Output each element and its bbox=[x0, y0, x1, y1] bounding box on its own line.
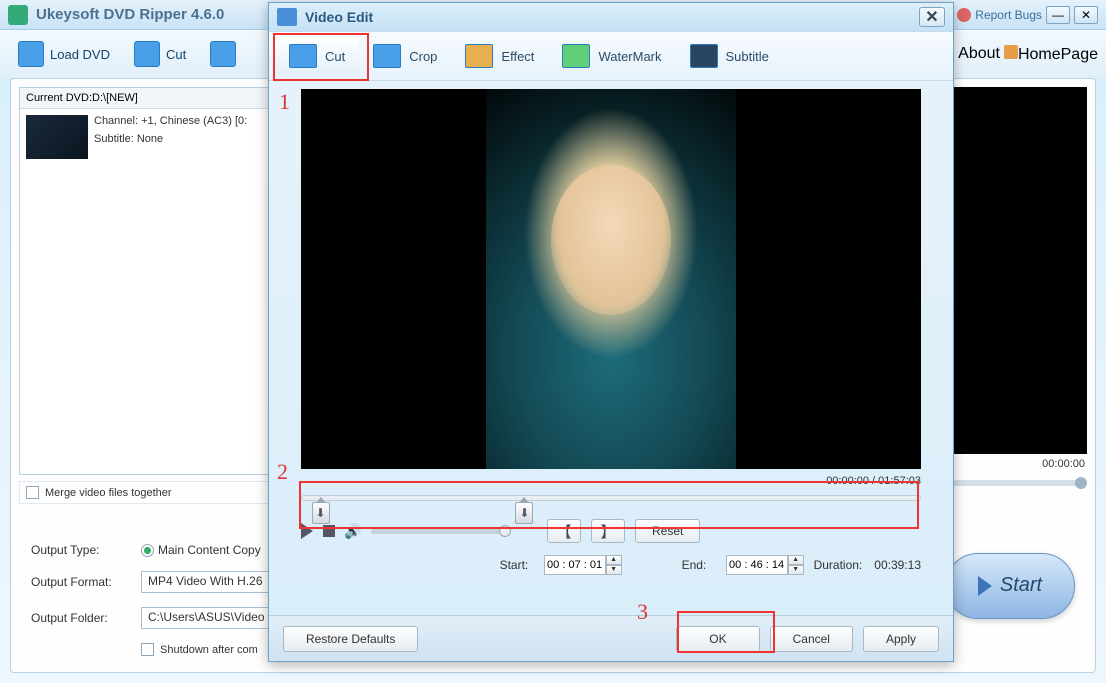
duration-value: 00:39:13 bbox=[874, 558, 921, 572]
end-time-input[interactable] bbox=[726, 555, 788, 575]
dialog-footer: Restore Defaults OK Cancel Apply bbox=[269, 615, 953, 661]
volume-slider[interactable] bbox=[371, 529, 511, 534]
output-type-label: Output Type: bbox=[31, 543, 141, 557]
dialog-video-preview bbox=[301, 89, 921, 469]
start-time-spinner[interactable]: ▲▼ bbox=[544, 555, 622, 575]
dvd-item-list: Current DVD:D:\[NEW] Channel: +1, Chines… bbox=[19, 87, 269, 475]
tab-watermark[interactable]: WaterMark bbox=[548, 38, 675, 74]
tab-cut[interactable]: Cut bbox=[275, 38, 359, 74]
time-display: 00:00:00 / 01:57:03 bbox=[301, 473, 921, 489]
end-time-spinner[interactable]: ▲▼ bbox=[726, 555, 804, 575]
start-button[interactable]: Start bbox=[945, 553, 1075, 619]
channel-value: +1, Chinese (AC3) [0: bbox=[141, 115, 247, 127]
annotation-label-2: 2 bbox=[277, 459, 288, 485]
end-down-arrow[interactable]: ▼ bbox=[788, 565, 804, 575]
apply-button[interactable]: Apply bbox=[863, 626, 939, 652]
cut-tab-icon bbox=[289, 44, 317, 68]
dvd-icon bbox=[18, 41, 44, 67]
playback-controls: 🔊 【 】 Reset bbox=[301, 519, 921, 543]
report-bugs-link[interactable]: Report Bugs bbox=[957, 8, 1042, 22]
channel-label: Channel: bbox=[94, 115, 138, 127]
dialog-toolbar: Cut Crop Effect WaterMark Subtitle bbox=[269, 31, 953, 81]
crop-tab-icon bbox=[373, 44, 401, 68]
item-thumbnail bbox=[26, 115, 88, 159]
scissors-icon bbox=[134, 41, 160, 67]
tab-crop[interactable]: Crop bbox=[359, 38, 451, 74]
toolbar-extra-1[interactable] bbox=[200, 37, 246, 71]
close-main-button[interactable]: ✕ bbox=[1074, 6, 1098, 24]
subtitle-value: None bbox=[137, 133, 163, 145]
set-end-bracket-button[interactable]: 】 bbox=[591, 519, 625, 543]
start-time-label: Start: bbox=[500, 558, 534, 572]
start-up-arrow[interactable]: ▲ bbox=[606, 555, 622, 565]
about-link[interactable]: About bbox=[958, 45, 1000, 63]
duration-label: Duration: bbox=[814, 558, 863, 572]
tab-subtitle[interactable]: Subtitle bbox=[676, 38, 783, 74]
volume-icon[interactable]: 🔊 bbox=[345, 523, 361, 539]
report-bugs-label: Report Bugs bbox=[975, 8, 1042, 22]
ok-button[interactable]: OK bbox=[676, 626, 759, 652]
minimize-button[interactable]: — bbox=[1046, 6, 1070, 24]
play-button[interactable] bbox=[301, 523, 313, 539]
time-inputs-row: Start: ▲▼ End: ▲▼ Duration: 00:39:13 bbox=[301, 555, 921, 575]
tab-effect[interactable]: Effect bbox=[451, 38, 548, 74]
trim-slider[interactable]: ⬇ ⬇ bbox=[301, 495, 921, 501]
app-title: Ukeysoft DVD Ripper 4.6.0 bbox=[36, 6, 224, 23]
start-down-arrow[interactable]: ▼ bbox=[606, 565, 622, 575]
subtitle-tab-icon bbox=[690, 44, 718, 68]
effect-tab-icon bbox=[465, 44, 493, 68]
watermark-tab-icon bbox=[562, 44, 590, 68]
end-time-label: End: bbox=[682, 558, 716, 572]
reset-button[interactable]: Reset bbox=[635, 519, 700, 543]
seek-knob[interactable] bbox=[1075, 477, 1087, 489]
end-up-arrow[interactable]: ▲ bbox=[788, 555, 804, 565]
app-logo-icon bbox=[8, 5, 28, 25]
list-item[interactable]: Channel: +1, Chinese (AC3) [0: Subtitle:… bbox=[20, 109, 268, 165]
merge-checkbox[interactable] bbox=[26, 486, 39, 499]
merge-checkbox-row[interactable]: Merge video files together bbox=[19, 481, 269, 504]
volume-knob[interactable] bbox=[499, 525, 511, 537]
dialog-titlebar: Video Edit ✕ bbox=[269, 3, 953, 31]
video-frame bbox=[486, 89, 736, 469]
restore-defaults-button[interactable]: Restore Defaults bbox=[283, 626, 418, 652]
subtitle-label: Subtitle: bbox=[94, 133, 134, 145]
dialog-icon bbox=[277, 8, 297, 26]
dialog-title: Video Edit bbox=[305, 9, 919, 25]
trim-start-marker[interactable]: ⬇ bbox=[312, 502, 330, 524]
picture-icon bbox=[210, 41, 236, 67]
start-time-input[interactable] bbox=[544, 555, 606, 575]
load-dvd-button[interactable]: Load DVD bbox=[8, 37, 120, 71]
set-start-bracket-button[interactable]: 【 bbox=[547, 519, 581, 543]
annotation-label-1: 1 bbox=[279, 89, 290, 115]
merge-label: Merge video files together bbox=[45, 487, 172, 499]
homepage-link[interactable]: HomePage bbox=[1004, 45, 1098, 64]
cut-button[interactable]: Cut bbox=[124, 37, 196, 71]
stop-button[interactable] bbox=[323, 525, 335, 537]
radio-icon bbox=[141, 544, 154, 557]
shutdown-label: Shutdown after com bbox=[160, 644, 258, 656]
current-dvd-header: Current DVD:D:\[NEW] bbox=[20, 88, 268, 109]
cancel-button[interactable]: Cancel bbox=[770, 626, 853, 652]
play-icon bbox=[978, 576, 992, 596]
video-edit-dialog: Video Edit ✕ Cut Crop Effect WaterMark S… bbox=[268, 2, 954, 662]
trim-end-marker[interactable]: ⬇ bbox=[515, 502, 533, 524]
dialog-close-button[interactable]: ✕ bbox=[919, 7, 945, 27]
shutdown-checkbox[interactable] bbox=[141, 643, 154, 656]
bug-icon bbox=[957, 8, 971, 22]
output-folder-label: Output Folder: bbox=[31, 611, 141, 625]
output-format-label: Output Format: bbox=[31, 575, 141, 589]
home-icon bbox=[1004, 45, 1018, 59]
